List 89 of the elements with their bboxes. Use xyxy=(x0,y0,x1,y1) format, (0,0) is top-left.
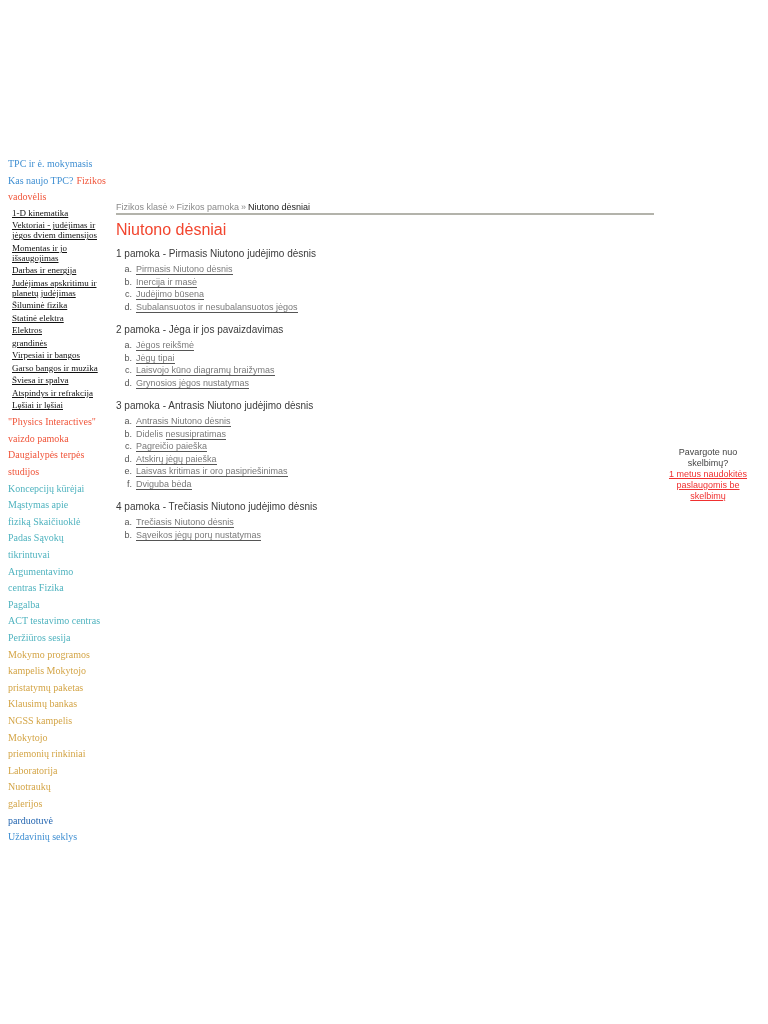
list-marker: b. xyxy=(123,275,133,288)
lesson-link[interactable]: Pirmasis Niutono dėsnis xyxy=(136,264,233,275)
ad-free-link[interactable]: 1 metus naudokitės paslaugomis be skelbimų xyxy=(662,469,754,502)
nav-link[interactable]: NGSS kampelis xyxy=(8,714,73,726)
topic-link[interactable]: Elektros xyxy=(12,325,104,336)
breadcrumb-separator: » xyxy=(241,202,247,212)
nav-link[interactable]: parduotuvė xyxy=(8,814,53,826)
nav-link[interactable]: tikrintuvai xyxy=(8,549,50,561)
lesson-heading: 3 pamoka - Antrasis Niutono judėjimo dėsnis xyxy=(116,399,315,412)
list-marker: a. xyxy=(123,263,133,276)
nav-link[interactable]: Peržiūros sesija xyxy=(8,632,71,643)
nav-link[interactable]: pristatymų paketas xyxy=(8,681,84,693)
topic-link[interactable]: Statinė elektra xyxy=(12,312,104,323)
list-marker: b. xyxy=(123,427,133,440)
list-marker: a. xyxy=(123,415,133,428)
list-marker: c. xyxy=(124,364,133,377)
nav-link[interactable]: Uždavinių seklys xyxy=(8,831,78,843)
topic-link[interactable]: Lęšiai ir lęšiai xyxy=(12,400,104,411)
nav-link[interactable]: Pagalba xyxy=(8,598,40,610)
topic-link[interactable]: Darbas ir energija xyxy=(12,265,104,276)
topic-link[interactable]: 1-D kinematika xyxy=(12,207,104,218)
lesson-link[interactable]: nesusipratimas xyxy=(165,428,227,440)
lesson-link[interactable]: Inercija ir masė xyxy=(136,276,198,288)
topic-link[interactable]: Šiluminė fizika xyxy=(12,300,104,311)
list-marker: c. xyxy=(124,440,133,453)
list-marker: d. xyxy=(123,452,133,465)
nav-link[interactable]: Koncepcijų kūrėjai xyxy=(8,482,85,494)
nav-link[interactable]: Fizikos xyxy=(76,174,106,186)
nav-link[interactable]: Mokymo programos xyxy=(8,648,90,660)
nav-link[interactable]: Klausimų bankas xyxy=(8,698,78,710)
lesson-link[interactable]: Pagreičio paieška xyxy=(136,441,208,452)
topic-link[interactable]: Garso bangos ir muzika xyxy=(12,362,104,373)
lesson-heading: 4 pamoka - Trečiasis Niutono judėjimo dėsnis xyxy=(116,500,319,513)
page-title: Niutono dėsniai xyxy=(116,220,228,239)
lesson-link[interactable]: Laisvas kritimas ir oro pasipriešinimas xyxy=(136,466,288,477)
lesson-heading: 2 pamoka - Jėga ir jos pavaizdavimas xyxy=(116,323,285,336)
lesson-link[interactable]: Jėgos reikšmė xyxy=(136,340,195,351)
lesson-link[interactable]: Grynosios jėgos nustatymas xyxy=(136,377,250,389)
topic-link[interactable]: Virpesiai ir bangos xyxy=(12,350,104,361)
list-marker: d. xyxy=(123,376,133,389)
list-marker: e. xyxy=(123,465,133,478)
list-marker: b. xyxy=(123,351,133,364)
ad-prompt-text: Pavargote nuo skelbimų? xyxy=(677,447,739,469)
lesson-link[interactable]: Subalansuotos ir nesubalansuotos jėgos xyxy=(136,301,298,313)
lesson-link[interactable]: Trečiasis Niutono dėsnis xyxy=(136,517,234,528)
lesson-link[interactable]: Antrasis Niutono dėsnis xyxy=(136,416,231,427)
list-marker: f. xyxy=(126,477,133,490)
topic-link[interactable]: Atspindys ir refrakcija xyxy=(12,387,104,398)
nav-link[interactable]: studijos xyxy=(8,466,40,478)
nav-link[interactable]: galerijos xyxy=(8,797,43,809)
nav-link[interactable]: Nuotraukų xyxy=(8,781,51,793)
topic-link[interactable]: Šviesa ir spalva xyxy=(12,375,104,386)
nav-link[interactable]: vadovėlis xyxy=(8,191,47,203)
lesson-item-text: Didelis nesusipratimas xyxy=(136,427,227,440)
breadcrumb-current: Niutono dėsniai xyxy=(248,202,311,212)
nav-link[interactable]: vaizdo pamoka xyxy=(8,432,69,444)
nav-link[interactable]: kampelis Mokytojo xyxy=(8,665,87,677)
lesson-link[interactable]: Dviguba bėda xyxy=(136,478,192,490)
nav-link[interactable]: priemonių rinkiniai xyxy=(8,748,86,760)
nav-link[interactable]: Mokytojo xyxy=(8,731,48,743)
topic-link[interactable]: Momentas ir jo išsaugojimas xyxy=(12,242,104,263)
nav-link[interactable]: ACT testavimo centras xyxy=(8,615,101,627)
breadcrumb-separator: » xyxy=(169,202,175,212)
lesson-link[interactable]: Atskirų jėgų paieška xyxy=(136,453,217,465)
list-marker: d. xyxy=(123,300,133,313)
nav-link[interactable]: Daugialypės terpės xyxy=(8,449,85,461)
topic-link[interactable]: Vektoriai - judėjimas ir jėgos dviem dimensijos xyxy=(12,220,104,241)
lesson-link[interactable]: Sąveikos jėgų porų nustatymas xyxy=(136,529,262,541)
nav-link[interactable]: centras Fizika xyxy=(8,582,64,594)
list-marker: a. xyxy=(123,516,133,529)
topic-link[interactable]: grandinės xyxy=(12,337,104,348)
list-marker: b. xyxy=(123,528,133,541)
nav-link[interactable]: Mąstymas apie xyxy=(8,499,69,511)
breadcrumb-link[interactable]: Fizikos klasė xyxy=(116,202,168,212)
nav-link[interactable]: Laboratorija xyxy=(8,764,58,776)
nav-link[interactable]: TPC ir ė. mokymasis xyxy=(8,158,93,169)
nav-link[interactable]: fiziką Skaičiuoklė xyxy=(8,515,81,527)
list-marker: c. xyxy=(124,288,133,301)
list-marker: a. xyxy=(123,339,133,352)
lesson-heading: 1 pamoka - Pirmasis Niutono judėjimo dėsnis xyxy=(116,247,318,260)
nav-link[interactable]: Kas naujo TPC? xyxy=(8,174,74,186)
nav-link[interactable]: Padas Sąvokų xyxy=(8,532,64,544)
nav-link[interactable]: Argumentavimo xyxy=(8,565,74,577)
lesson-link[interactable]: Judėjimo būsena xyxy=(136,289,205,300)
lesson-link[interactable]: Laisvojo kūno diagramų braižymas xyxy=(136,365,275,376)
lesson-link[interactable]: Jėgų tipai xyxy=(136,352,175,364)
nav-link[interactable]: "Physics Interactives" xyxy=(8,416,96,428)
breadcrumb-link[interactable]: Fizikos pamoka xyxy=(176,202,240,212)
topic-link[interactable]: Judėjimas apskritimu ir planetų judėjimas xyxy=(12,277,104,298)
